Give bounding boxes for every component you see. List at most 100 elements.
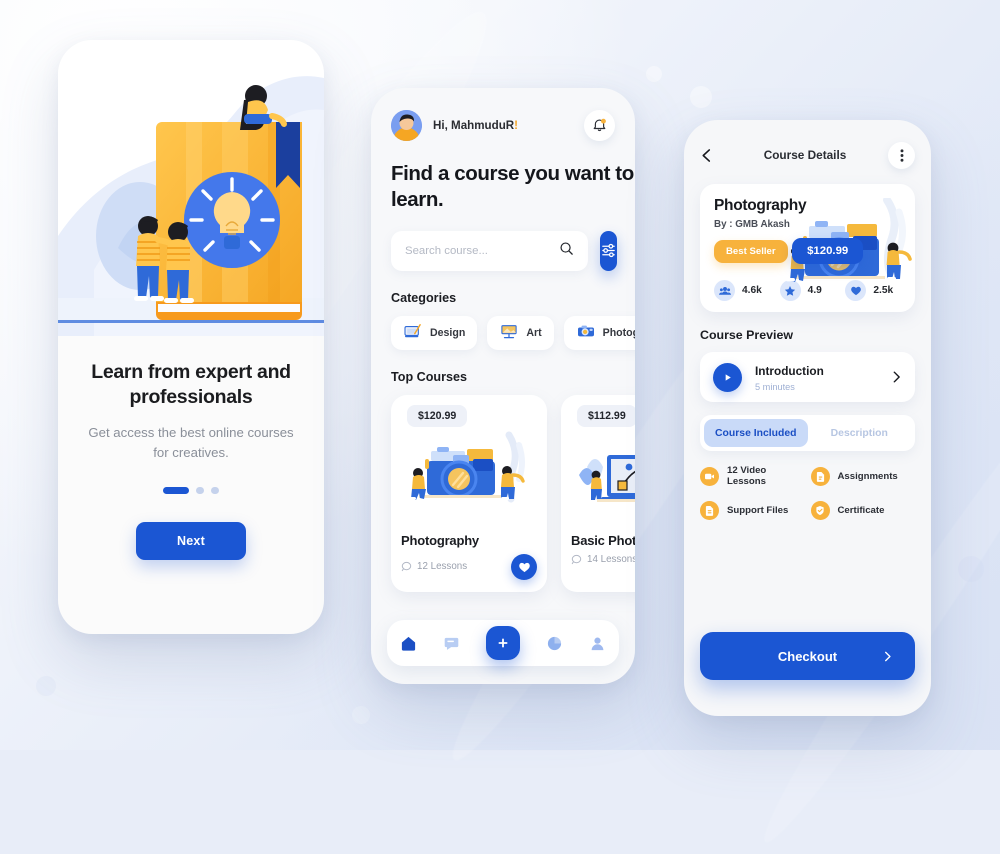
next-button[interactable]: Next (136, 521, 246, 560)
feature-label: Assignments (837, 470, 898, 482)
home-heading: Find a course you want to learn. (391, 162, 634, 211)
pagination-dots[interactable] (58, 486, 324, 494)
bg-bokeh (36, 676, 56, 696)
file-icon (810, 466, 830, 486)
status-badge: Best Seller (714, 240, 788, 263)
tab-description[interactable]: Description (808, 419, 912, 447)
categories-list: Design Art Photo (391, 315, 635, 350)
feature-certificate: Certificate (810, 501, 916, 520)
category-art[interactable]: Art (487, 315, 554, 350)
checkout-button[interactable]: Checkout (700, 632, 915, 680)
pagination-dot-2[interactable] (196, 486, 204, 494)
onboarding-copy: Learn from expert and professionals Get … (58, 336, 324, 464)
chevron-right-icon[interactable] (891, 370, 902, 384)
plus-icon[interactable] (486, 626, 520, 660)
course-footer: 14 Lessons (571, 554, 635, 565)
favorite-button[interactable] (511, 553, 537, 580)
preview-name: Introduction (755, 364, 824, 378)
details-header: Course Details (700, 140, 915, 170)
search-icon[interactable] (559, 241, 574, 261)
document-icon (700, 501, 719, 520)
course-lessons: 12 Lessons (401, 561, 467, 572)
camera-icon (576, 323, 596, 342)
course-card[interactable]: $112.99 Basic Phot 14 Lessons (561, 394, 635, 592)
search-box[interactable] (391, 230, 588, 271)
bg-bokeh (646, 66, 662, 82)
home-icon[interactable] (400, 635, 417, 652)
detail-tabs: Course Included Description (700, 415, 915, 451)
greeting-text: Hi, MahmuduR! (433, 119, 519, 132)
course-preview-title: Course Preview (700, 328, 793, 342)
search-input[interactable] (405, 244, 559, 257)
lessons-label: 12 Lessons (417, 561, 468, 573)
bottom-tab-bar (387, 620, 619, 666)
category-label: Art (526, 326, 542, 339)
lessons-label: 14 Lessons (587, 553, 635, 565)
category-label: Photography (602, 326, 635, 339)
search-row (391, 230, 635, 271)
course-name: Photography (714, 197, 807, 214)
feature-label: 12 Video Lessons (727, 465, 767, 487)
course-footer: 12 Lessons (401, 553, 537, 580)
category-label: Design (430, 326, 466, 339)
user-avatar[interactable] (391, 110, 422, 141)
course-price: $112.99 (577, 404, 635, 427)
categories-title: Categories (391, 290, 457, 305)
feature-video-lessons: 12 Video Lessons (700, 465, 805, 487)
video-icon (700, 466, 719, 486)
category-photography[interactable]: Photography (563, 315, 635, 350)
design-tablet-icon (403, 323, 423, 342)
feature-label: Support Files (727, 505, 789, 516)
people-icon (714, 280, 735, 301)
course-name: Basic Photoshop (571, 532, 635, 548)
book-lightbulb-illustration (58, 40, 324, 336)
pagination-dot-3[interactable] (211, 486, 219, 494)
preview-text: Introduction 5 minutes (755, 362, 824, 392)
person-icon[interactable] (589, 635, 606, 652)
bg-bokeh (352, 706, 370, 724)
bg-bokeh (958, 556, 984, 582)
course-price: $120.99 (407, 404, 468, 427)
pie-chart-icon[interactable] (546, 635, 563, 652)
feature-assignments: Assignments (810, 465, 916, 487)
page-title: Learn from expert and professionals (91, 361, 291, 409)
onboarding-screen: Learn from expert and professionals Get … (58, 40, 324, 634)
more-vertical-icon[interactable] (888, 141, 915, 169)
feature-support-files: Support Files (700, 501, 805, 520)
checkout-label: Checkout (777, 648, 838, 664)
feature-list: 12 Video Lessons Assignments Support Fil… (700, 465, 915, 520)
lesson-icon (571, 554, 582, 564)
course-hero-card: Photography By : GMB Akash Best Seller $… (700, 184, 915, 312)
chat-icon[interactable] (443, 635, 460, 652)
page-title: Course Details (763, 148, 847, 162)
stat-students: 4.6k (714, 280, 770, 301)
top-courses-title: Top Courses (391, 369, 468, 384)
laptop-pen-illustration (571, 431, 635, 523)
course-name: Photography (401, 532, 479, 548)
course-author: By : GMB Akash (714, 219, 790, 230)
sliders-icon[interactable] (600, 230, 617, 271)
chevron-left-icon[interactable] (700, 144, 722, 166)
feature-label: Certificate (837, 505, 885, 516)
bg-bokeh (690, 86, 712, 108)
preview-item[interactable]: Introduction 5 minutes (700, 352, 915, 402)
preview-duration: 5 minutes (755, 382, 795, 392)
lesson-icon (401, 562, 412, 572)
course-lessons: 14 Lessons (571, 554, 635, 565)
pagination-dot-1[interactable] (163, 486, 189, 494)
certificate-icon (810, 501, 830, 520)
course-price: $120.99 (792, 238, 864, 264)
bell-icon[interactable] (584, 110, 615, 141)
tab-course-included[interactable]: Course Included (704, 419, 808, 447)
course-details-screen: Course Details Photography By: GMB Akas… (684, 120, 931, 716)
art-easel-icon (499, 323, 519, 342)
stat-value: 4.6k (742, 285, 762, 296)
camera-illustration (401, 431, 537, 523)
play-icon[interactable] (713, 362, 742, 392)
home-screen: Hi, MahmuduR! Find a course you want to … (371, 88, 635, 684)
home-header: Hi, MahmuduR! (391, 110, 635, 141)
page-subtitle: Get access the best online courses for c… (88, 424, 294, 461)
course-card[interactable]: $120.99 Photography 12 Lessons (391, 394, 547, 592)
chevron-right-icon (883, 650, 893, 663)
category-design[interactable]: Design (391, 315, 478, 350)
